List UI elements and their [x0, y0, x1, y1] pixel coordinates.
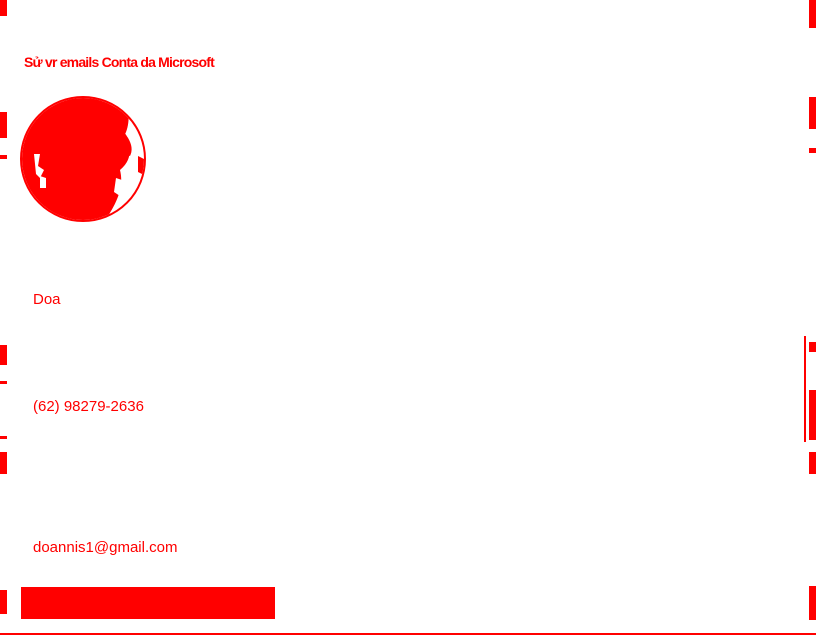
scrollbar[interactable] — [804, 336, 806, 442]
right-window-edge — [804, 0, 816, 640]
edge-block — [0, 0, 7, 16]
edge-block — [809, 452, 816, 474]
profile-phone: (62) 98279-2636 — [33, 398, 144, 415]
edge-block — [809, 342, 816, 352]
bottom-border — [0, 633, 816, 635]
action-button[interactable] — [21, 587, 275, 619]
edge-block — [0, 345, 7, 365]
edge-block — [0, 155, 7, 159]
edge-block — [0, 452, 7, 474]
edge-block — [809, 0, 816, 28]
edge-block — [809, 586, 816, 620]
account-page: Sử vr emails Conta da Microsoft Doa (62)… — [0, 0, 816, 640]
page-title: Sử vr emails Conta da Microsoft — [24, 54, 215, 70]
profile-email: doannis1@gmail.com — [33, 539, 178, 556]
edge-block — [0, 590, 7, 614]
edge-block — [809, 148, 816, 153]
profile-name: Doa — [33, 291, 61, 308]
edge-block — [809, 390, 816, 440]
edge-block — [0, 436, 7, 439]
left-window-edge — [0, 0, 8, 640]
edge-block — [0, 112, 7, 138]
edge-block — [0, 381, 7, 384]
user-avatar-icon — [20, 96, 146, 222]
edge-block — [809, 97, 816, 129]
